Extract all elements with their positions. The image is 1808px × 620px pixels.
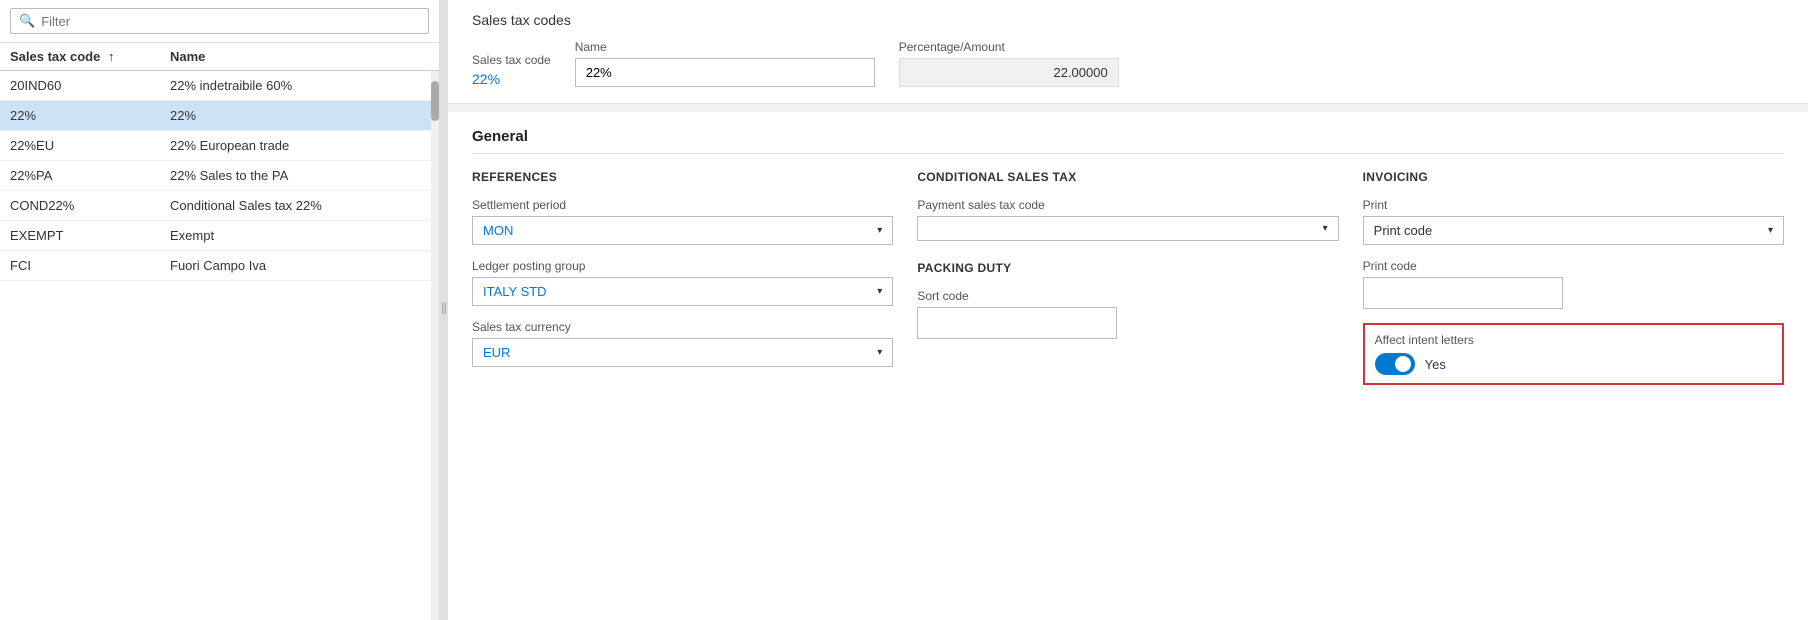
percentage-label: Percentage/Amount: [899, 40, 1119, 54]
currency-label: Sales tax currency: [472, 320, 893, 334]
row-name: 22% indetraibile 60%: [170, 78, 429, 93]
payment-group: Payment sales tax code ▾: [917, 198, 1338, 241]
row-code: 20IND60: [10, 78, 170, 93]
left-panel: 🔍 Sales tax code ↑ Name 20IND60 22% inde…: [0, 0, 440, 620]
print-arrow: ▾: [1768, 225, 1773, 236]
page-title: Sales tax codes: [472, 12, 1784, 28]
sort-indicator: ↑: [108, 49, 115, 64]
print-code-label: Print code: [1363, 259, 1784, 273]
table-row[interactable]: 22%EU 22% European trade: [0, 131, 439, 161]
row-name: 22% Sales to the PA: [170, 168, 429, 183]
currency-arrow: ▾: [877, 347, 882, 358]
conditional-title: CONDITIONAL SALES TAX: [917, 170, 1338, 184]
row-name: Exempt: [170, 228, 429, 243]
filter-bar: 🔍: [0, 0, 439, 43]
name-field-group: Name: [575, 40, 875, 87]
affect-label: Affect intent letters: [1375, 333, 1772, 347]
name-label: Name: [575, 40, 875, 54]
sort-group: Sort code: [917, 289, 1338, 339]
payment-arrow: ▾: [1323, 223, 1328, 234]
toggle-row: Yes: [1375, 353, 1772, 375]
search-icon: 🔍: [19, 13, 35, 29]
row-name: 22%: [170, 108, 429, 123]
row-name: 22% European trade: [170, 138, 429, 153]
table-row[interactable]: EXEMPT Exempt: [0, 221, 439, 251]
settlement-arrow: ▾: [877, 225, 882, 236]
filter-input[interactable]: [41, 14, 420, 29]
panel-splitter[interactable]: ‖: [440, 0, 448, 620]
ledger-value: ITALY STD: [483, 284, 547, 299]
general-section: General REFERENCES Settlement period MON…: [448, 112, 1808, 620]
percentage-value: 22.00000: [899, 58, 1119, 87]
conditional-column: CONDITIONAL SALES TAX Payment sales tax …: [917, 170, 1338, 399]
table-body: 20IND60 22% indetraibile 60% 22% 22% 22%…: [0, 71, 439, 620]
scrollbar[interactable]: [431, 71, 439, 620]
header-fields: Sales tax code 22% Name Percentage/Amoun…: [472, 40, 1784, 87]
right-panel: Sales tax codes Sales tax code 22% Name …: [448, 0, 1808, 620]
ledger-select[interactable]: ITALY STD ▾: [472, 277, 893, 306]
row-code: EXEMPT: [10, 228, 170, 243]
row-code: FCI: [10, 258, 170, 273]
percentage-field-group: Percentage/Amount 22.00000: [899, 40, 1119, 87]
scroll-thumb[interactable]: [431, 81, 439, 121]
print-select[interactable]: Print code ▾: [1363, 216, 1784, 245]
currency-group: Sales tax currency EUR ▾: [472, 320, 893, 367]
general-title: General: [472, 128, 1784, 154]
affect-toggle[interactable]: [1375, 353, 1415, 375]
settlement-group: Settlement period MON ▾: [472, 198, 893, 245]
print-value: Print code: [1374, 223, 1433, 238]
settlement-label: Settlement period: [472, 198, 893, 212]
print-code-group: Print code: [1363, 259, 1784, 309]
columns-container: REFERENCES Settlement period MON ▾ Ledge…: [472, 170, 1784, 399]
ledger-group: Ledger posting group ITALY STD ▾: [472, 259, 893, 306]
col-header-name[interactable]: Name: [170, 49, 429, 64]
col-header-code[interactable]: Sales tax code ↑: [10, 49, 170, 64]
print-group: Print Print code ▾: [1363, 198, 1784, 245]
invoicing-title: INVOICING: [1363, 170, 1784, 184]
invoicing-column: INVOICING Print Print code ▾ Print code …: [1363, 170, 1784, 399]
table-row[interactable]: COND22% Conditional Sales tax 22%: [0, 191, 439, 221]
payment-select[interactable]: ▾: [917, 216, 1338, 241]
settlement-select[interactable]: MON ▾: [472, 216, 893, 245]
row-code: 22%PA: [10, 168, 170, 183]
code-label: Sales tax code: [472, 53, 551, 67]
print-code-input[interactable]: [1363, 277, 1563, 309]
row-code: 22%EU: [10, 138, 170, 153]
filter-input-wrapper[interactable]: 🔍: [10, 8, 429, 34]
row-name: Fuori Campo Iva: [170, 258, 429, 273]
affect-yes-label: Yes: [1425, 357, 1446, 372]
ledger-label: Ledger posting group: [472, 259, 893, 273]
table-row[interactable]: 20IND60 22% indetraibile 60%: [0, 71, 439, 101]
row-code: COND22%: [10, 198, 170, 213]
top-section: Sales tax codes Sales tax code 22% Name …: [448, 0, 1808, 104]
row-name: Conditional Sales tax 22%: [170, 198, 429, 213]
name-input[interactable]: [575, 58, 875, 87]
table-row[interactable]: FCI Fuori Campo Iva: [0, 251, 439, 281]
references-column: REFERENCES Settlement period MON ▾ Ledge…: [472, 170, 893, 399]
payment-label: Payment sales tax code: [917, 198, 1338, 212]
sort-input[interactable]: [917, 307, 1117, 339]
packing-section: PACKING DUTY Sort code: [917, 261, 1338, 339]
affect-group: Affect intent letters Yes: [1363, 323, 1784, 385]
code-field-group: Sales tax code 22%: [472, 53, 551, 87]
sort-label: Sort code: [917, 289, 1338, 303]
print-label: Print: [1363, 198, 1784, 212]
settlement-value: MON: [483, 223, 513, 238]
affect-highlight-box: Affect intent letters Yes: [1363, 323, 1784, 385]
table-header: Sales tax code ↑ Name: [0, 43, 439, 71]
toggle-thumb: [1395, 356, 1411, 372]
references-title: REFERENCES: [472, 170, 893, 184]
row-code: 22%: [10, 108, 170, 123]
currency-select[interactable]: EUR ▾: [472, 338, 893, 367]
table-row[interactable]: 22%PA 22% Sales to the PA: [0, 161, 439, 191]
code-value-link[interactable]: 22%: [472, 71, 551, 87]
packing-title: PACKING DUTY: [917, 261, 1338, 275]
currency-value: EUR: [483, 345, 510, 360]
table-row[interactable]: 22% 22%: [0, 101, 439, 131]
ledger-arrow: ▾: [877, 286, 882, 297]
